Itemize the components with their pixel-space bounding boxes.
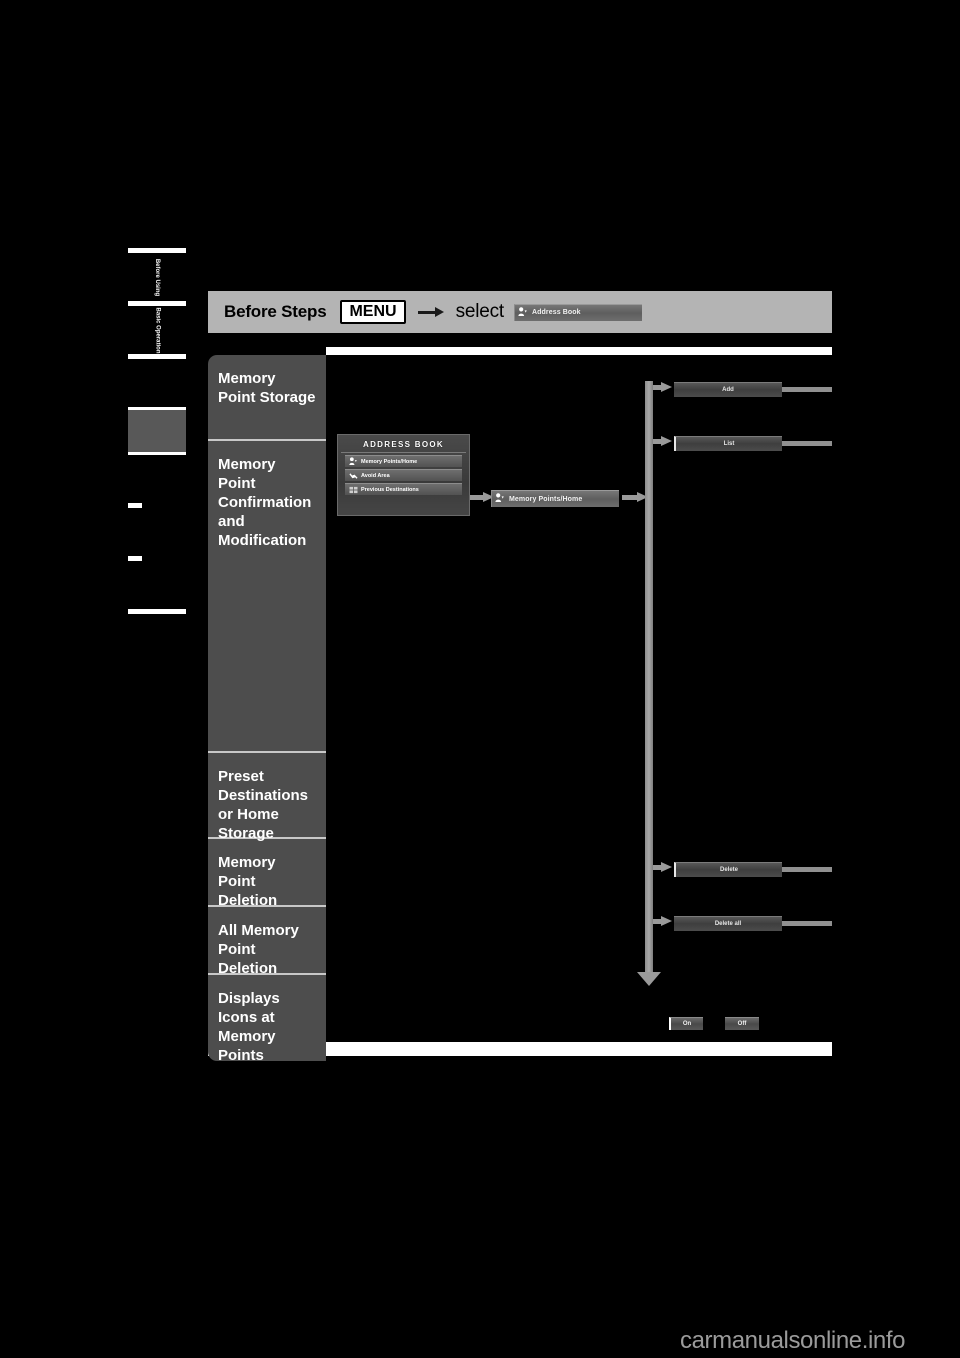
menu-key-button[interactable]: MENU xyxy=(340,300,406,324)
flow-trunk-line xyxy=(645,381,653,979)
section-displays-icons[interactable]: Displays Icons at Memory Points xyxy=(208,975,326,1064)
branch-button-1[interactable]: Add xyxy=(674,382,782,397)
toggle-off-label: Off xyxy=(737,1021,747,1027)
map-pin-person-icon xyxy=(495,490,504,508)
site-watermark: carmanualsonline.info xyxy=(680,1327,906,1354)
map-pin-person-icon xyxy=(347,457,359,466)
edge-index-tabs: Before Using Basic Operation xyxy=(128,248,186,614)
section-memory-point-storage[interactable]: Memory Point Storage xyxy=(208,355,326,441)
edge-rule xyxy=(128,609,186,614)
memory-points-home-button-label: Memory Points/Home xyxy=(509,495,583,503)
delete-all-button[interactable]: Delete all xyxy=(674,916,782,931)
branch-button-2[interactable]: List xyxy=(674,436,782,451)
branch-button-1-label: Add xyxy=(722,387,734,393)
section-all-memory-point-deletion[interactable]: All Memory Point Deletion xyxy=(208,907,326,977)
address-book-item-previous-destinations[interactable]: Previous Destinations xyxy=(345,483,462,495)
edge-tab-active-block[interactable] xyxy=(128,407,186,455)
memory-points-home-button[interactable]: Memory Points/Home xyxy=(491,490,619,507)
delete-button-label: Delete xyxy=(719,867,738,873)
before-steps-header: Before Steps MENU select Address Book xyxy=(208,291,832,333)
toggle-off-button[interactable]: Off xyxy=(725,1017,759,1030)
edge-tab-basic-operation[interactable]: Basic Operation xyxy=(128,306,186,354)
avoid-area-icon xyxy=(347,472,359,480)
flow-tail-line-1 xyxy=(782,387,832,392)
flow-tail-line-delete-all xyxy=(782,921,832,926)
manual-page: Before Using Basic Operation Before Step… xyxy=(0,0,960,1358)
section-column: Memory Point Storage Memory Point Confir… xyxy=(208,355,326,1064)
section-preset-destinations[interactable]: Preset Destinations or Home Storage xyxy=(208,753,326,842)
address-book-button[interactable]: Address Book xyxy=(514,303,643,322)
delete-all-button-label: Delete all xyxy=(714,921,742,927)
address-book-screen: ADDRESS BOOK Memory Points/Home Avoid Ar… xyxy=(337,434,470,516)
flow-tail-line-2 xyxy=(782,441,832,446)
address-book-item-avoid-area[interactable]: Avoid Area xyxy=(345,469,462,481)
content-frame-top-rule xyxy=(326,347,832,355)
toggle-on-label: On xyxy=(682,1021,692,1027)
branch-button-2-label: List xyxy=(723,441,735,447)
address-book-button-label: Address Book xyxy=(532,309,581,316)
delete-button[interactable]: Delete xyxy=(674,862,782,877)
edge-spacer xyxy=(128,359,186,407)
section-memory-point-confirmation[interactable]: Memory Point Confirmation and Modificati… xyxy=(208,441,326,753)
address-book-item-label: Memory Points/Home xyxy=(361,458,418,465)
address-book-screen-title: ADDRESS BOOK xyxy=(341,438,466,453)
edge-tab-label: Before Using xyxy=(154,258,161,296)
section-memory-point-deletion[interactable]: Memory Point Deletion xyxy=(208,839,326,909)
select-label: select xyxy=(455,301,505,322)
edge-spacer xyxy=(128,561,186,609)
right-arrow-icon xyxy=(417,307,444,317)
address-book-item-label: Avoid Area xyxy=(361,472,390,479)
edge-spacer xyxy=(128,455,186,503)
flow-tail-line-delete xyxy=(782,867,832,872)
edge-tab-label: Basic Operation xyxy=(154,306,161,354)
page-title: Before Steps xyxy=(224,302,327,321)
edge-spacer xyxy=(128,508,186,556)
previous-destinations-icon xyxy=(347,486,359,494)
flow-trunk-arrowhead xyxy=(637,972,661,986)
address-book-item-memory-points[interactable]: Memory Points/Home xyxy=(345,455,462,467)
toggle-on-button[interactable]: On xyxy=(669,1017,703,1030)
map-pin-person-icon xyxy=(518,304,527,322)
edge-tab-before-using[interactable]: Before Using xyxy=(128,253,186,301)
address-book-item-label: Previous Destinations xyxy=(361,486,419,493)
